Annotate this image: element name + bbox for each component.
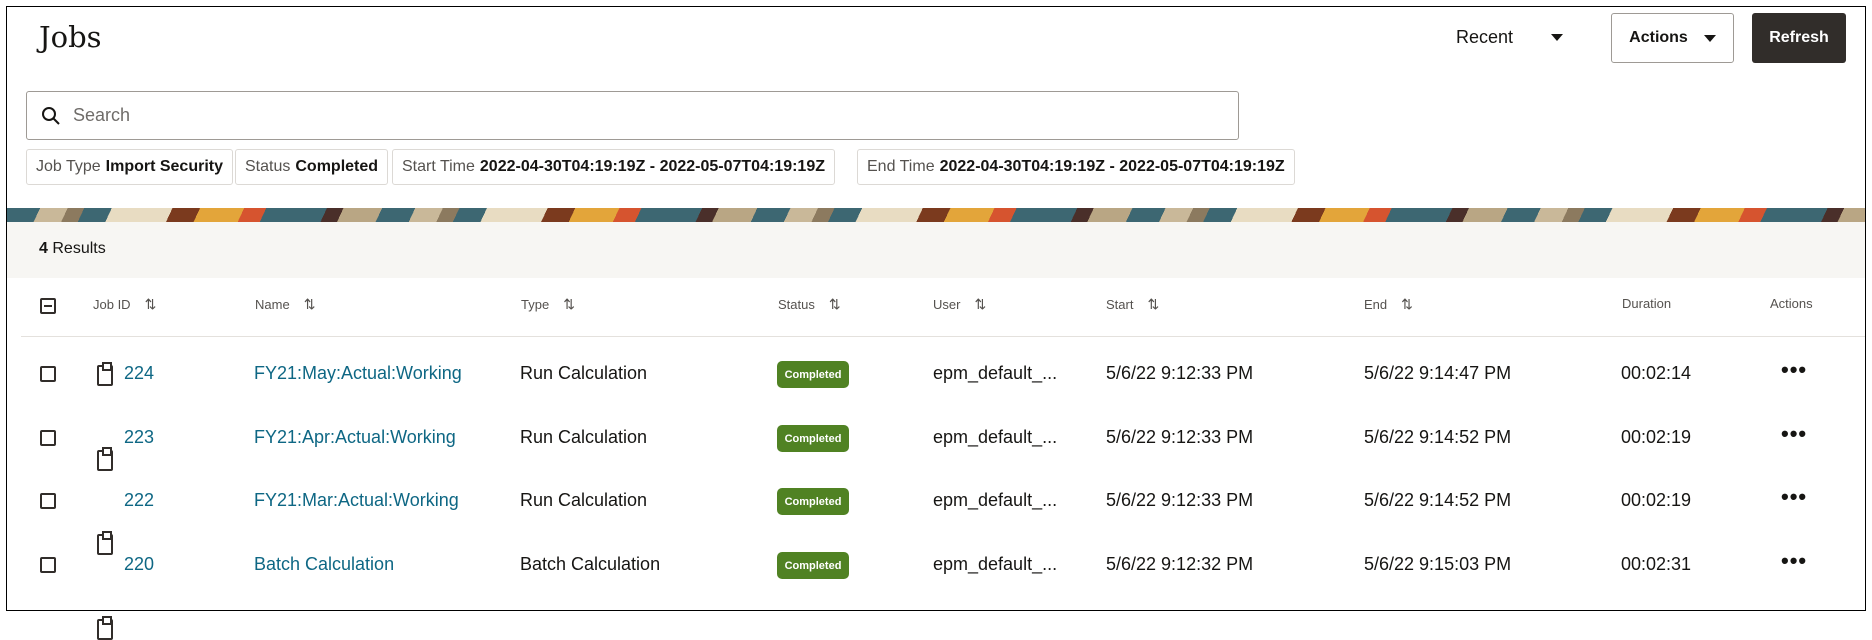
chip-label: Start Time bbox=[402, 158, 475, 175]
column-header-end[interactable]: End ⇅ bbox=[1364, 296, 1413, 313]
job-id-link[interactable]: 220 bbox=[124, 554, 154, 575]
job-start: 5/6/22 9:12:33 PM bbox=[1106, 490, 1254, 510]
status-badge: Completed bbox=[777, 488, 849, 515]
job-type: Run Calculation bbox=[520, 427, 648, 447]
job-end: 5/6/22 9:14:47 PM bbox=[1364, 363, 1512, 383]
column-header-type[interactable]: Type ⇅ bbox=[521, 296, 575, 313]
clipboard-icon bbox=[97, 531, 113, 555]
column-header-name[interactable]: Name ⇅ bbox=[255, 296, 315, 313]
filter-chip-job-type[interactable]: Job Type Import Security bbox=[26, 149, 233, 185]
row-checkbox[interactable] bbox=[40, 366, 56, 382]
more-actions-icon[interactable]: ••• bbox=[1781, 423, 1807, 445]
job-start: 5/6/22 9:12:33 PM bbox=[1106, 363, 1254, 383]
column-header-start[interactable]: Start ⇅ bbox=[1106, 296, 1159, 313]
column-header-actions: Actions bbox=[1770, 296, 1813, 311]
job-name-link[interactable]: Batch Calculation bbox=[254, 554, 394, 575]
recent-dropdown[interactable]: Recent bbox=[1456, 27, 1564, 48]
decorative-banner bbox=[7, 208, 1865, 222]
sort-icon: ⇅ bbox=[974, 296, 987, 312]
filter-chip-start-time[interactable]: Start Time 2022-04-30T04:19:19Z - 2022-05… bbox=[392, 149, 835, 185]
filter-chip-end-time[interactable]: End Time 2022-04-30T04:19:19Z - 2022-05-0… bbox=[857, 149, 1295, 185]
job-start: 5/6/22 9:12:32 PM bbox=[1106, 554, 1254, 574]
more-actions-icon[interactable]: ••• bbox=[1781, 486, 1807, 508]
status-badge: Completed bbox=[777, 361, 849, 388]
column-header-duration: Duration bbox=[1622, 296, 1672, 311]
clipboard-icon bbox=[97, 447, 113, 471]
sort-icon: ⇅ bbox=[563, 296, 575, 312]
results-bar bbox=[7, 222, 1865, 278]
job-id-link[interactable]: 223 bbox=[124, 427, 154, 448]
sort-icon: ⇅ bbox=[1401, 296, 1413, 312]
chip-label: End Time bbox=[867, 158, 935, 175]
chip-value: 2022-04-30T04:19:19Z - 2022-05-07T04:19:… bbox=[479, 158, 825, 175]
job-user: epm_default_... bbox=[933, 427, 1058, 447]
chip-value: 2022-04-30T04:19:19Z - 2022-05-07T04:19:… bbox=[939, 158, 1285, 175]
caret-down-icon bbox=[1551, 34, 1564, 41]
job-duration: 00:02:19 bbox=[1621, 427, 1692, 447]
column-header-status[interactable]: Status ⇅ bbox=[778, 296, 841, 313]
job-user: epm_default_... bbox=[933, 554, 1058, 574]
results-count: 4 Results bbox=[39, 240, 106, 257]
job-end: 5/6/22 9:14:52 PM bbox=[1364, 490, 1512, 510]
actions-label: Actions bbox=[1629, 29, 1688, 46]
filter-chip-status[interactable]: Status Completed bbox=[235, 149, 389, 185]
job-end: 5/6/22 9:14:52 PM bbox=[1364, 427, 1512, 447]
more-actions-icon[interactable]: ••• bbox=[1781, 550, 1807, 572]
chip-label: Job Type bbox=[36, 158, 101, 175]
column-header-user[interactable]: User ⇅ bbox=[933, 296, 986, 313]
job-name-link[interactable]: FY21:Apr:Actual:Working bbox=[254, 427, 456, 448]
chip-value: Import Security bbox=[105, 158, 223, 175]
search-input[interactable] bbox=[73, 105, 1173, 126]
job-id-link[interactable]: 224 bbox=[124, 363, 154, 384]
header-divider bbox=[21, 336, 1865, 337]
search-box[interactable] bbox=[26, 91, 1239, 140]
select-all-checkbox[interactable] bbox=[40, 298, 56, 314]
sort-icon: ⇅ bbox=[144, 296, 157, 312]
search-icon bbox=[42, 106, 60, 125]
row-checkbox[interactable] bbox=[40, 430, 56, 446]
status-badge: Completed bbox=[777, 425, 849, 452]
clipboard-icon bbox=[97, 362, 113, 386]
job-id-link[interactable]: 222 bbox=[124, 490, 154, 511]
job-duration: 00:02:14 bbox=[1621, 363, 1692, 383]
job-type: Run Calculation bbox=[520, 490, 648, 510]
actions-button[interactable]: Actions bbox=[1611, 13, 1734, 63]
job-start: 5/6/22 9:12:33 PM bbox=[1106, 427, 1254, 447]
job-name-link[interactable]: FY21:May:Actual:Working bbox=[254, 363, 462, 384]
more-actions-icon[interactable]: ••• bbox=[1781, 359, 1807, 381]
job-duration: 00:02:19 bbox=[1621, 490, 1692, 510]
refresh-button[interactable]: Refresh bbox=[1752, 13, 1846, 63]
recent-label: Recent bbox=[1456, 27, 1514, 47]
job-user: epm_default_... bbox=[933, 490, 1058, 510]
job-end: 5/6/22 9:15:03 PM bbox=[1364, 554, 1512, 574]
caret-down-icon bbox=[1703, 34, 1716, 42]
job-type: Batch Calculation bbox=[520, 554, 661, 574]
page-title: Jobs bbox=[39, 20, 102, 54]
sort-icon: ⇅ bbox=[303, 296, 316, 312]
row-checkbox[interactable] bbox=[40, 493, 56, 509]
row-checkbox[interactable] bbox=[40, 557, 56, 573]
job-name-link[interactable]: FY21:Mar:Actual:Working bbox=[254, 490, 459, 511]
column-header-job-id[interactable]: Job ID ⇅ bbox=[93, 296, 156, 313]
chip-value: Completed bbox=[295, 158, 379, 175]
sort-icon: ⇅ bbox=[1147, 296, 1160, 312]
job-duration: 00:02:31 bbox=[1621, 554, 1692, 574]
clipboard-icon bbox=[97, 616, 113, 640]
sort-icon: ⇅ bbox=[828, 296, 841, 312]
job-type: Run Calculation bbox=[520, 363, 648, 383]
job-user: epm_default_... bbox=[933, 363, 1058, 383]
status-badge: Completed bbox=[777, 552, 849, 579]
chip-label: Status bbox=[245, 158, 291, 175]
